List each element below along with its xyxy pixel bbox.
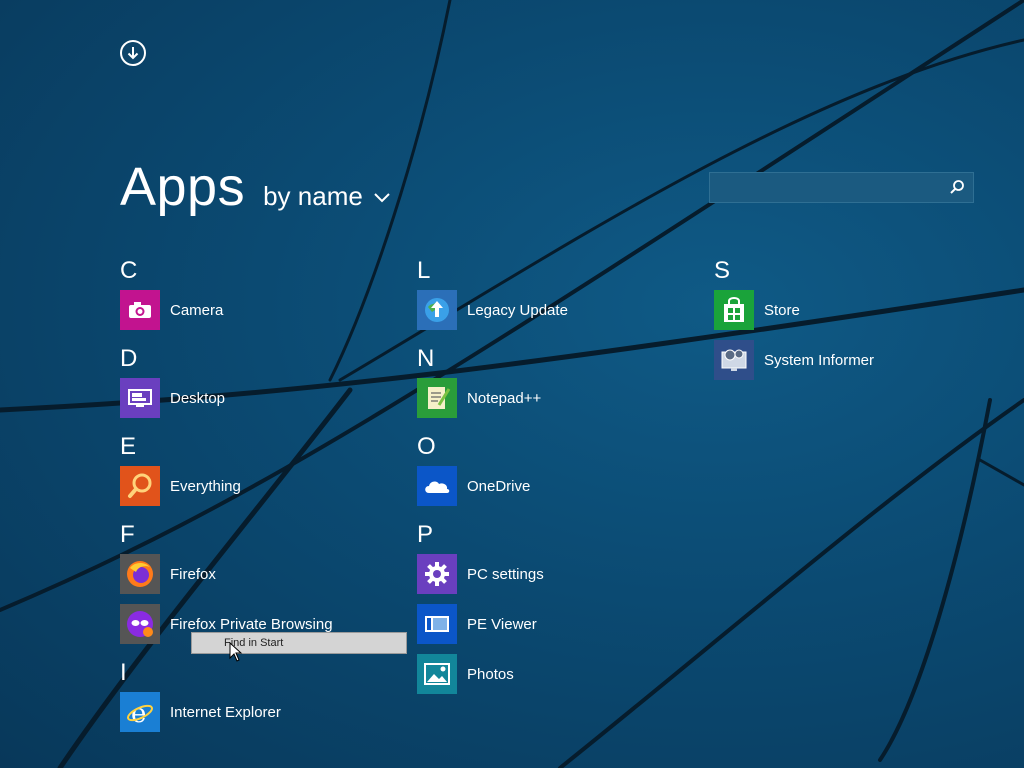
- app-internet-explorer[interactable]: e Internet Explorer: [120, 692, 333, 732]
- sort-dropdown[interactable]: by name: [263, 181, 391, 212]
- app-onedrive[interactable]: OneDrive: [417, 466, 568, 506]
- app-camera[interactable]: Camera: [120, 290, 333, 330]
- group-n: N Notepad++: [417, 346, 568, 418]
- sort-label: by name: [263, 181, 363, 211]
- search-box[interactable]: [709, 172, 974, 203]
- camera-icon: [120, 290, 160, 330]
- app-firefox[interactable]: Firefox: [120, 554, 333, 594]
- internet-explorer-icon: e: [120, 692, 160, 732]
- firefox-icon: [120, 554, 160, 594]
- apps-column-3: S Store System Informer: [714, 258, 874, 390]
- group-letter[interactable]: C: [120, 258, 333, 284]
- group-o: O OneDrive: [417, 434, 568, 506]
- chevron-down-icon: [374, 192, 390, 202]
- app-legacy-update[interactable]: Legacy Update: [417, 290, 568, 330]
- app-everything[interactable]: Everything: [120, 466, 333, 506]
- system-informer-icon: [714, 340, 754, 380]
- app-label: System Informer: [764, 351, 875, 369]
- group-s: S Store System Informer: [714, 258, 874, 380]
- group-letter[interactable]: D: [120, 346, 333, 372]
- gear-icon: [417, 554, 457, 594]
- group-letter[interactable]: F: [120, 522, 333, 548]
- app-label: Legacy Update: [467, 301, 568, 319]
- group-letter[interactable]: O: [417, 434, 568, 460]
- apps-column-1: C Camera D Desktop E Everything F Firefo…: [120, 258, 333, 742]
- app-store[interactable]: Store: [714, 290, 874, 330]
- apps-column-2: L Legacy Update N Notepad++ O OneDrive P: [417, 258, 568, 704]
- app-label: PE Viewer: [467, 615, 537, 633]
- page-title: Apps: [120, 157, 246, 217]
- app-label: PC settings: [467, 565, 544, 583]
- group-i: I e Internet Explorer: [120, 660, 333, 732]
- group-letter[interactable]: N: [417, 346, 568, 372]
- search-icon[interactable]: [949, 179, 965, 195]
- onedrive-icon: [417, 466, 457, 506]
- arrow-down-icon: [127, 47, 139, 60]
- app-pe-viewer[interactable]: PE Viewer: [417, 604, 568, 644]
- group-letter[interactable]: E: [120, 434, 333, 460]
- firefox-private-icon: [120, 604, 160, 644]
- group-e: E Everything: [120, 434, 333, 506]
- app-photos[interactable]: Photos: [417, 654, 568, 694]
- group-letter[interactable]: L: [417, 258, 568, 284]
- app-label: Desktop: [170, 389, 226, 407]
- app-pc-settings[interactable]: PC settings: [417, 554, 568, 594]
- app-label: Internet Explorer: [170, 703, 281, 721]
- group-f: F Firefox Firefox Private Browsing: [120, 522, 333, 644]
- everything-icon: [120, 466, 160, 506]
- store-icon: [714, 290, 754, 330]
- search-input[interactable]: [716, 177, 940, 201]
- photos-icon: [417, 654, 457, 694]
- app-label: Camera: [170, 301, 224, 319]
- app-label: Firefox: [170, 565, 216, 583]
- app-label: Notepad++: [467, 389, 542, 407]
- group-c: C Camera: [120, 258, 333, 330]
- group-letter[interactable]: S: [714, 258, 874, 284]
- app-label: OneDrive: [467, 477, 531, 495]
- find-in-start-menu-item[interactable]: Find in Start: [191, 632, 407, 654]
- app-system-informer[interactable]: System Informer: [714, 340, 874, 380]
- mouse-cursor-icon: [229, 642, 243, 662]
- apps-header: Apps by name: [120, 156, 391, 218]
- pe-viewer-icon: [417, 604, 457, 644]
- group-p: P PC settings PE Viewer Photos: [417, 522, 568, 694]
- group-letter[interactable]: I: [120, 660, 333, 686]
- notepadpp-icon: [417, 378, 457, 418]
- group-letter[interactable]: P: [417, 522, 568, 548]
- app-label: Store: [764, 301, 800, 319]
- legacy-update-icon: [417, 290, 457, 330]
- desktop-icon: [120, 378, 160, 418]
- app-label: Firefox Private Browsing: [170, 615, 333, 633]
- group-d: D Desktop: [120, 346, 333, 418]
- group-l: L Legacy Update: [417, 258, 568, 330]
- app-label: Everything: [170, 477, 241, 495]
- app-notepadpp[interactable]: Notepad++: [417, 378, 568, 418]
- svg-text:e: e: [131, 699, 146, 727]
- app-label: Photos: [467, 665, 514, 683]
- download-arrow-button[interactable]: [120, 40, 146, 66]
- app-desktop[interactable]: Desktop: [120, 378, 333, 418]
